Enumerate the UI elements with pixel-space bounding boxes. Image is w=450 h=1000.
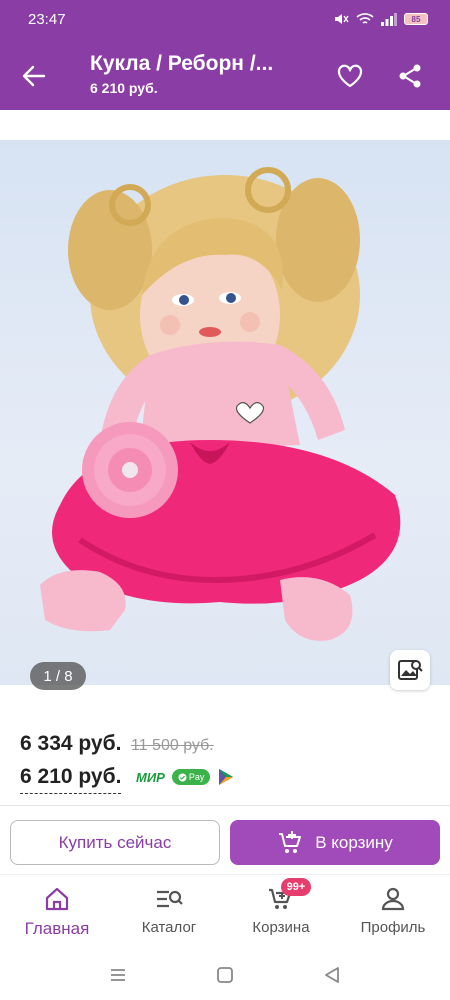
nav-label-catalog: Каталог <box>141 919 197 936</box>
buy-now-button[interactable]: Купить сейчас <box>10 820 220 865</box>
status-icons: 85 <box>333 12 428 26</box>
divider <box>0 805 450 806</box>
signal-icon <box>381 12 397 26</box>
product-image-gallery[interactable] <box>0 140 450 685</box>
nav-item-cart[interactable]: 99+ Корзина <box>226 878 336 936</box>
nav-item-profile[interactable]: Профиль <box>338 885 448 936</box>
catalog-search-icon <box>155 885 183 913</box>
home-button[interactable] <box>214 964 236 986</box>
cart-icon: 99+ <box>267 878 311 913</box>
back-system-button[interactable] <box>321 964 343 986</box>
home-icon <box>43 885 71 913</box>
nav-label-cart: Корзина <box>252 919 310 936</box>
menu-button[interactable] <box>107 964 129 986</box>
wifi-icon <box>356 13 374 24</box>
mute-icon <box>335 14 349 24</box>
product-title: Кукла / Реборн /... <box>90 52 274 75</box>
arrow-left-icon <box>22 65 46 87</box>
add-to-cart-button[interactable]: В корзину <box>230 820 440 865</box>
image-search-icon <box>398 660 423 680</box>
share-icon <box>399 64 421 88</box>
back-button[interactable] <box>20 62 48 90</box>
nav-item-catalog[interactable]: Каталог <box>114 885 224 936</box>
app-header: Кукла / Реборн /... 6 210 руб. <box>0 40 450 110</box>
product-photo-doll <box>40 167 401 641</box>
product-price-subtitle: 6 210 руб. <box>90 80 158 96</box>
battery-indicator: 85 <box>404 13 428 25</box>
price-with-card[interactable]: 6 210 руб. <box>20 765 122 794</box>
cart-plus-icon <box>279 830 302 853</box>
square-icon <box>217 967 233 983</box>
mir-logo: МИР <box>136 769 165 785</box>
triangle-back-icon <box>325 967 339 983</box>
image-search-button[interactable] <box>390 650 430 690</box>
system-navigation-bar <box>0 950 450 1000</box>
menu-icon <box>111 969 125 981</box>
bottom-navigation: Главная Каталог 99+ Корзина Профиль <box>0 874 450 950</box>
status-bar: 23:47 85 <box>0 0 450 40</box>
add-to-cart-label: В корзину <box>315 832 393 852</box>
share-button[interactable] <box>396 62 424 90</box>
header-spacer <box>0 110 450 140</box>
status-time: 23:47 <box>28 11 66 28</box>
nav-item-home[interactable]: Главная <box>2 885 112 939</box>
price-current: 6 334 руб. <box>20 732 122 755</box>
nav-label-home: Главная <box>24 919 90 938</box>
title-block: Кукла / Реборн /... 6 210 руб. <box>90 52 315 96</box>
heart-icon <box>337 64 363 88</box>
favorite-button[interactable] <box>336 62 364 90</box>
sber-pay-badge: Pay <box>171 769 211 785</box>
price-old: 11 500 руб. <box>131 737 214 754</box>
sbp-logo-icon <box>219 769 234 785</box>
check-circle-icon <box>178 773 187 781</box>
nav-label-profile: Профиль <box>360 919 426 936</box>
profile-icon <box>379 885 407 913</box>
cart-count-badge: 99+ <box>281 878 311 896</box>
payment-logos: МИР Pay <box>136 768 235 786</box>
pay-label: Pay <box>188 772 205 782</box>
image-counter: 1 / 8 <box>30 662 86 690</box>
